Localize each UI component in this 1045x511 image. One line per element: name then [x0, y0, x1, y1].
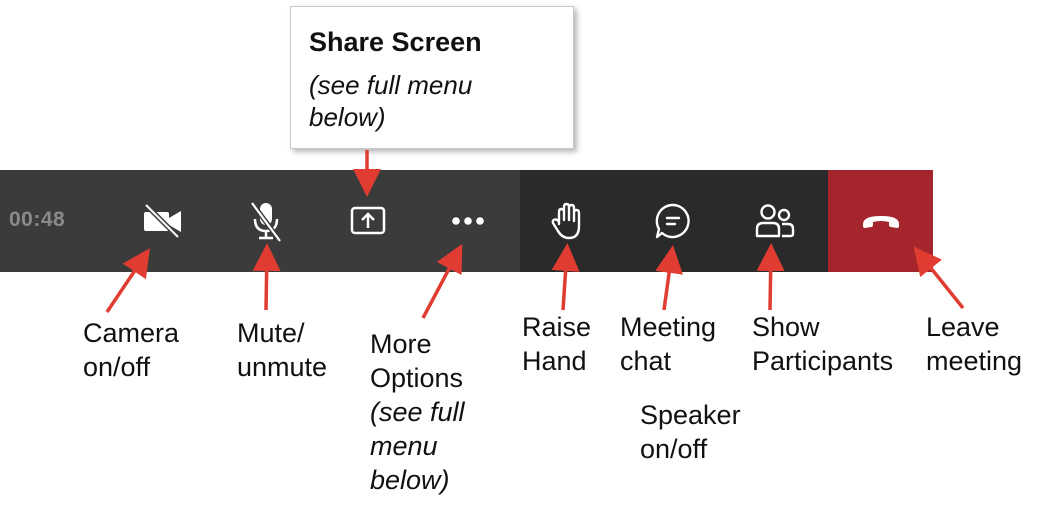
label-leave-meeting: Leave meeting: [926, 312, 1023, 376]
label-meeting-chat: Meeting chat: [620, 312, 717, 376]
camera-off-icon: [144, 203, 181, 239]
label-speaker: Speaker on/off: [640, 400, 741, 464]
show-participants-button[interactable]: [751, 197, 799, 245]
label-show-participants: Show Participants: [752, 312, 894, 376]
share-screen-icon: [350, 206, 386, 235]
share-screen-callout: Share Screen (see full menu below): [290, 6, 574, 149]
camera-toggle-button[interactable]: [139, 197, 187, 245]
label-more-options-group: More Options (see full menu below): [370, 327, 465, 497]
chat-icon: [655, 203, 690, 239]
callout-subtitle: (see full menu below): [309, 70, 473, 132]
call-timer: 00:48: [9, 208, 66, 231]
label-more-options-note: (see full menu below): [370, 397, 465, 495]
label-camera: Camera on/off: [83, 318, 180, 382]
mute-toggle-button[interactable]: [242, 197, 290, 245]
label-more-options: More Options: [370, 329, 464, 393]
participants-icon: [755, 204, 795, 238]
raise-hand-icon: [551, 202, 581, 240]
timer-section: 00:48: [0, 170, 110, 272]
meeting-chat-button[interactable]: [649, 197, 697, 245]
leave-meeting-button[interactable]: [857, 197, 905, 245]
more-options-button[interactable]: [444, 197, 492, 245]
more-options-icon: [452, 217, 484, 225]
raise-hand-button[interactable]: [545, 197, 593, 245]
callout-title: Share Screen: [309, 27, 482, 57]
label-raise-hand: Raise Hand: [522, 312, 592, 376]
mic-off-icon: [249, 201, 283, 243]
leave-phone-icon: [863, 216, 899, 228]
label-mute: Mute/ unmute: [237, 318, 328, 382]
meeting-toolbar: 00:48: [0, 170, 933, 272]
share-screen-button[interactable]: [344, 197, 392, 245]
